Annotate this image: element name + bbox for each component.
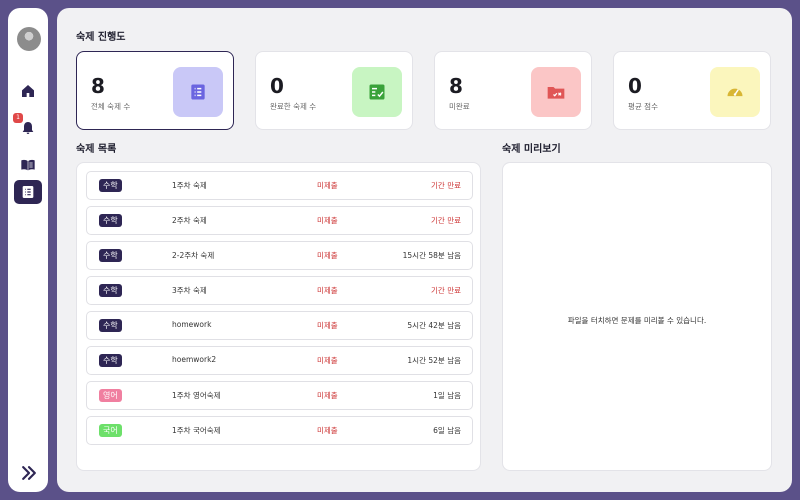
- time-remaining: 기간 만료: [431, 216, 461, 225]
- subject-tag: 수학: [99, 319, 122, 332]
- time-remaining: 1일 남음: [433, 391, 461, 400]
- sidebar-item-books[interactable]: [14, 153, 42, 177]
- list-icon: [191, 84, 205, 100]
- time-remaining: 1시간 52분 남음: [407, 356, 461, 365]
- sidebar-item-homework[interactable]: [14, 180, 42, 204]
- sidebar: 1: [8, 8, 48, 492]
- subject-tag: 수학: [99, 284, 122, 297]
- checklist-icon: [369, 84, 385, 100]
- subject-tag: 수학: [99, 179, 122, 192]
- stat-card-total[interactable]: 8 전체 숙제 수: [76, 51, 234, 130]
- subject-tag: 수학: [99, 249, 122, 262]
- stat-label: 평균 점수: [628, 102, 658, 111]
- homework-row[interactable]: 국어 1주차 국어숙제 미제출 6일 남음: [86, 416, 473, 445]
- time-remaining: 6일 남음: [433, 426, 461, 435]
- expand-sidebar-icon[interactable]: [19, 463, 39, 483]
- homework-preview-panel[interactable]: 파일을 터치하면 문제를 미리볼 수 있습니다.: [502, 162, 772, 471]
- homework-row[interactable]: 수학 hoemwork2 미제출 1시간 52분 남음: [86, 346, 473, 375]
- subject-tag: 영어: [99, 389, 122, 402]
- stat-card-incomplete[interactable]: 8 미완료: [434, 51, 592, 130]
- stat-label: 전체 숙제 수: [91, 102, 131, 111]
- stat-value: 0: [270, 74, 284, 98]
- avatar[interactable]: [17, 27, 41, 51]
- homework-name: 1주차 숙제: [172, 181, 207, 190]
- stat-value: 8: [91, 74, 105, 98]
- stat-value: 0: [628, 74, 642, 98]
- folder-x-icon: [547, 87, 565, 99]
- gauge-icon: [727, 88, 743, 97]
- stat-icon-box: [173, 67, 223, 117]
- homework-name: 3주차 숙제: [172, 286, 207, 295]
- homework-row[interactable]: 영어 1주차 영어숙제 미제출 1일 남음: [86, 381, 473, 410]
- submission-status: 미제출: [317, 356, 338, 365]
- stat-card-completed[interactable]: 0 완료한 숙제 수: [255, 51, 413, 130]
- stat-label: 미완료: [449, 102, 470, 111]
- homework-row[interactable]: 수학 3주차 숙제 미제출 기간 만료: [86, 276, 473, 305]
- homework-name: 2-2주차 숙제: [172, 251, 215, 260]
- homework-row[interactable]: 수학 homework 미제출 5시간 42분 남음: [86, 311, 473, 340]
- sidebar-item-notifications[interactable]: 1: [13, 113, 42, 140]
- submission-status: 미제출: [317, 426, 338, 435]
- homework-name: homework: [172, 320, 212, 329]
- subject-tag: 수학: [99, 214, 122, 227]
- stat-icon-box: [710, 67, 760, 117]
- homework-row[interactable]: 수학 1주차 숙제 미제출 기간 만료: [86, 171, 473, 200]
- main-content: 숙제 진행도 8 전체 숙제 수 0 완료한 숙제 수 8 미완료 0 평균 점…: [57, 8, 792, 492]
- submission-status: 미제출: [317, 286, 338, 295]
- notification-badge: 1: [13, 113, 23, 123]
- homework-list-title: 숙제 목록: [76, 144, 117, 155]
- submission-status: 미제출: [317, 391, 338, 400]
- subject-tag: 수학: [99, 354, 122, 367]
- homework-name: 1주차 영어숙제: [172, 391, 221, 400]
- submission-status: 미제출: [317, 321, 338, 330]
- submission-status: 미제출: [317, 181, 338, 190]
- preview-title: 숙제 미리보기: [502, 144, 561, 155]
- submission-status: 미제출: [317, 251, 338, 260]
- progress-title: 숙제 진행도: [76, 32, 126, 43]
- time-remaining: 15시간 58분 남음: [402, 251, 461, 260]
- time-remaining: 기간 만료: [431, 181, 461, 190]
- book-icon: [21, 159, 35, 171]
- homework-name: hoemwork2: [172, 355, 217, 364]
- homework-name: 1주차 국어숙제: [172, 426, 221, 435]
- stat-icon-box: [352, 67, 402, 117]
- bell-icon: [22, 122, 34, 134]
- homework-row[interactable]: 수학 2-2주차 숙제 미제출 15시간 58분 남음: [86, 241, 473, 270]
- stat-label: 완료한 숙제 수: [270, 102, 317, 111]
- preview-placeholder-message: 파일을 터치하면 문제를 미리볼 수 있습니다.: [567, 316, 707, 325]
- sidebar-item-home[interactable]: [14, 79, 42, 103]
- submission-status: 미제출: [317, 216, 338, 225]
- homework-row[interactable]: 수학 2주차 숙제 미제출 기간 만료: [86, 206, 473, 235]
- time-remaining: 기간 만료: [431, 286, 461, 295]
- stat-icon-box: [531, 67, 581, 117]
- subject-tag: 국어: [99, 424, 122, 437]
- time-remaining: 5시간 42분 남음: [407, 321, 461, 330]
- list-icon: [22, 186, 34, 198]
- stat-card-average-score[interactable]: 0 평균 점수: [613, 51, 771, 130]
- stat-value: 8: [449, 74, 463, 98]
- homework-name: 2주차 숙제: [172, 216, 207, 225]
- homework-list: 수학 1주차 숙제 미제출 기간 만료 수학 2주차 숙제 미제출 기간 만료 …: [76, 162, 481, 471]
- home-icon: [22, 85, 34, 97]
